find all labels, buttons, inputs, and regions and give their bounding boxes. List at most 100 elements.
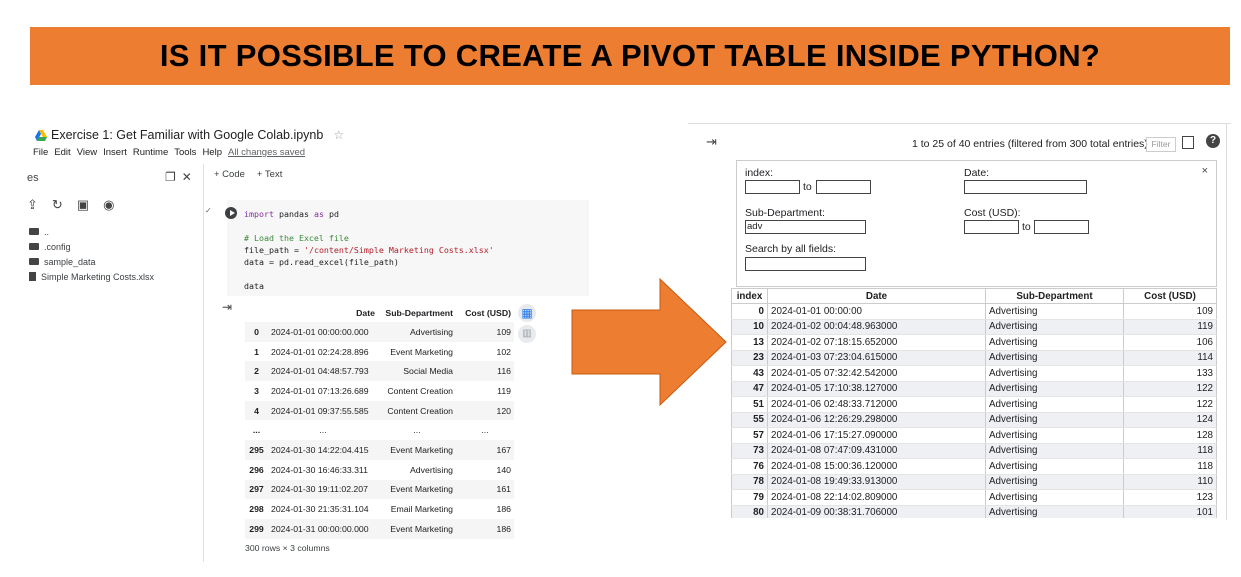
search-label: Search by all fields: — [745, 243, 837, 255]
index-to-input[interactable] — [816, 180, 871, 194]
filter-button[interactable]: Filter — [1146, 137, 1176, 152]
table-row: 297 2024-01-30 19:11:02.207 Event Marketin… — [245, 479, 514, 500]
add-text-button[interactable]: + Text — [257, 169, 282, 180]
table-row[interactable]: 43 2024-01-05 07:32:42.542000 Advertising 1… — [731, 365, 1217, 382]
add-code-button[interactable]: + Code — [214, 169, 245, 180]
close-icon[interactable]: ✕ — [182, 170, 192, 184]
new-window-icon[interactable]: ❐ — [165, 170, 176, 184]
menu-runtime[interactable]: Runtime — [133, 147, 168, 158]
dataframe-shape: 300 rows × 3 columns — [245, 543, 330, 553]
file-tree: .. .config sample_data Simple Marketing … — [29, 224, 154, 284]
file-tree-item[interactable]: .config — [29, 239, 154, 254]
notebook-title[interactable]: Exercise 1: Get Familiar with Google Col… — [51, 128, 323, 142]
table-cell: ... — [413, 425, 421, 436]
column-header: Sub-Department — [385, 308, 453, 318]
table-row[interactable]: 76 2024-01-08 15:00:36.120000 Advertising 1… — [731, 458, 1217, 475]
table-cell: 167 — [456, 440, 514, 460]
drive-folder-icon[interactable]: ▣ — [77, 197, 89, 213]
column-header-subdept[interactable]: Sub-Department — [985, 288, 1124, 304]
upload-icon[interactable]: ⇪ — [27, 197, 38, 213]
column-header-date[interactable]: Date — [767, 288, 986, 304]
table-row[interactable]: 23 2024-01-03 07:23:04.615000 Advertising 1… — [731, 350, 1217, 366]
table-cell: Advertising — [985, 350, 1124, 366]
table-row[interactable]: 55 2024-01-06 12:26:29.298000 Advertising 1… — [731, 412, 1217, 428]
subdept-filter-input[interactable]: adv — [745, 220, 866, 234]
menu-edit[interactable]: Edit — [54, 147, 70, 158]
table-cell: 76 — [731, 458, 768, 475]
chart-icon[interactable]: ▥ — [518, 325, 536, 343]
table-cell: 57 — [731, 427, 768, 444]
table-row[interactable]: 47 2024-01-05 17:10:38.127000 Advertising 1… — [731, 381, 1217, 397]
star-icon[interactable]: ☆ — [333, 128, 344, 142]
table-cell: Advertising — [985, 412, 1124, 428]
close-icon[interactable]: × — [1202, 165, 1208, 177]
output-icon[interactable]: ⇥ — [706, 134, 717, 150]
results-grid: index Date Sub-Department Cost (USD) 0 20… — [731, 288, 1231, 518]
file-tree-item[interactable]: Simple Marketing Costs.xlsx — [29, 269, 154, 284]
menu-insert[interactable]: Insert — [103, 147, 127, 158]
date-filter-input[interactable] — [964, 180, 1087, 194]
table-row[interactable]: 13 2024-01-02 07:18:15.652000 Advertising 1… — [731, 334, 1217, 351]
sidebar-header: es — [27, 172, 39, 184]
refresh-folder-icon[interactable]: ↻ — [52, 197, 63, 213]
table-cell: 2024-01-08 15:00:36.120000 — [767, 458, 986, 475]
column-header-cost[interactable]: Cost (USD) — [1123, 288, 1217, 304]
eye-icon[interactable]: ◉ — [103, 197, 114, 213]
file-tree-item[interactable]: .. — [29, 224, 154, 239]
table-row: 296 2024-01-30 16:46:33.311 Advertising 140 — [245, 460, 514, 480]
table-cell: Content Creation — [378, 400, 456, 421]
menu-view[interactable]: View — [77, 147, 97, 158]
column-header: Cost (USD) — [465, 308, 511, 318]
table-row[interactable]: 51 2024-01-06 02:48:33.712000 Advertising 1… — [731, 396, 1217, 413]
column-header-index[interactable]: index — [731, 288, 768, 304]
scrollbar[interactable] — [1226, 124, 1227, 520]
table-cell: 2024-01-03 07:23:04.615000 — [767, 350, 986, 366]
table-cell: 2024-01-02 00:04:48.963000 — [767, 319, 986, 335]
notebook-toolbar: + Code + Text — [214, 169, 282, 180]
table-cell: 2024-01-01 09:37:55.585 — [268, 400, 378, 421]
table-cell: 0 — [731, 303, 768, 320]
output-icon[interactable]: ⇥ — [222, 300, 232, 314]
table-view-icon[interactable]: ▦ — [518, 304, 536, 322]
table-cell: Advertising — [985, 334, 1124, 351]
folder-icon — [29, 258, 39, 265]
table-cell: Advertising — [985, 443, 1124, 459]
table-row[interactable]: 80 2024-01-09 00:38:31.706000 Advertising 1… — [731, 505, 1217, 518]
menu-tools[interactable]: Tools — [174, 147, 196, 158]
table-row[interactable]: 57 2024-01-06 17:15:27.090000 Advertising 1… — [731, 427, 1217, 444]
table-row: 299 2024-01-31 00:00:00.000 Event Marketin… — [245, 518, 514, 539]
table-cell: 55 — [731, 412, 768, 428]
table-row[interactable]: 10 2024-01-02 00:04:48.963000 Advertising 1… — [731, 319, 1217, 335]
table-cell: Advertising — [985, 489, 1124, 506]
menu-help[interactable]: Help — [202, 147, 222, 158]
table-row: 1 2024-01-01 02:24:28.896 Event Marketing 1… — [245, 342, 514, 362]
table-cell: 109 — [1123, 303, 1217, 320]
table-cell: Event Marketing — [390, 346, 453, 357]
table-cell: 116 — [456, 361, 514, 382]
table-row[interactable]: 0 2024-01-01 00:00:00 Advertising 109 — [731, 303, 1217, 320]
table-row[interactable]: 79 2024-01-08 22:14:02.809000 Advertising 1… — [731, 489, 1217, 506]
code-editor[interactable]: import pandas as pd # Load the Excel fil… — [244, 208, 494, 292]
table-cell: 133 — [1123, 365, 1217, 382]
drive-icon — [35, 129, 47, 141]
table-cell: ... — [481, 425, 489, 436]
cost-to-input[interactable] — [1034, 220, 1089, 234]
saved-status-link[interactable]: All changes saved — [228, 147, 305, 158]
help-icon[interactable]: ? — [1206, 134, 1220, 148]
table-row[interactable]: 73 2024-01-08 07:47:09.431000 Advertising 1… — [731, 443, 1217, 459]
file-tree-item[interactable]: sample_data — [29, 254, 154, 269]
table-cell: Event Marketing — [378, 440, 456, 460]
table-row[interactable]: 78 2024-01-08 19:49:33.913000 Advertising 1… — [731, 474, 1217, 490]
table-cell: 161 — [456, 479, 514, 500]
cost-from-input[interactable] — [964, 220, 1019, 234]
table-cell: 51 — [731, 396, 768, 413]
table-cell: 10 — [731, 319, 768, 335]
notebook-title-bar: Exercise 1: Get Familiar with Google Col… — [35, 128, 344, 142]
copy-icon[interactable] — [1182, 136, 1194, 149]
table-cell: 101 — [1123, 505, 1217, 518]
subdept-filter-label: Sub-Department: — [745, 207, 825, 219]
menu-file[interactable]: File — [33, 147, 48, 158]
index-from-input[interactable] — [745, 180, 800, 194]
search-all-input[interactable] — [745, 257, 866, 271]
run-cell-button[interactable] — [225, 207, 237, 219]
